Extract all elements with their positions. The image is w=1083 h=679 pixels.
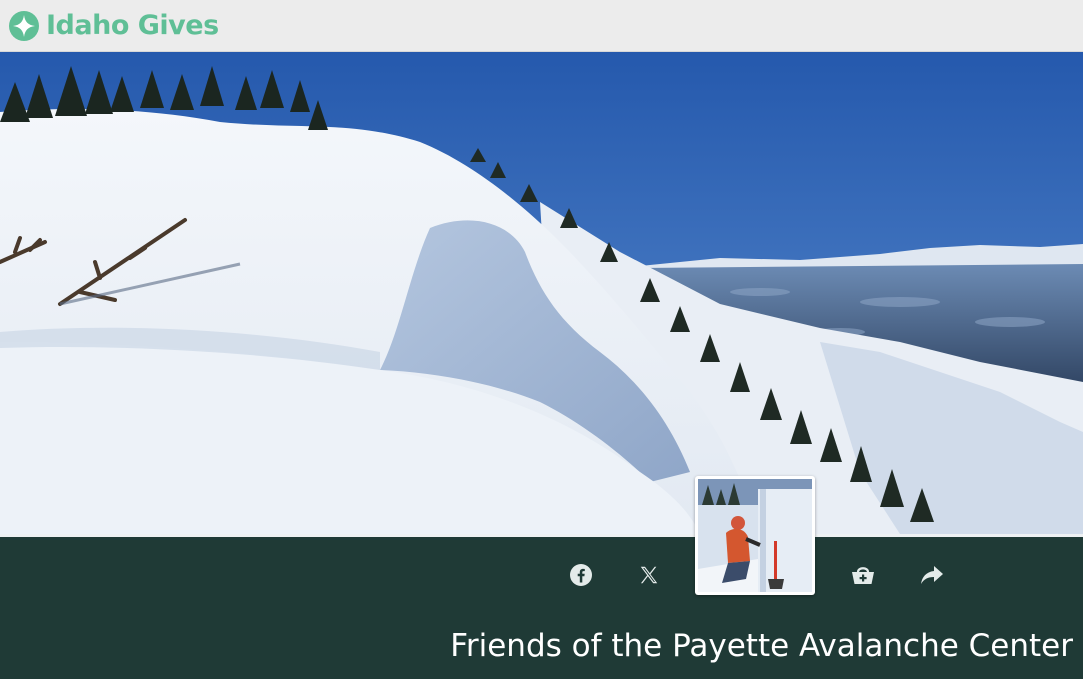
add-to-basket-button[interactable] bbox=[848, 560, 878, 590]
facebook-icon bbox=[570, 564, 592, 586]
share-arrow-icon bbox=[921, 566, 943, 584]
organization-profile-photo[interactable] bbox=[695, 476, 815, 595]
idaho-gives-logo[interactable]: Idaho Gives bbox=[8, 10, 219, 42]
basket-add-icon bbox=[852, 567, 874, 584]
hero-image bbox=[0, 52, 1083, 534]
facebook-share-button[interactable] bbox=[566, 560, 596, 590]
organization-name: Friends of the Payette Avalanche Center bbox=[450, 628, 1073, 664]
share-button[interactable] bbox=[917, 560, 947, 590]
x-share-button[interactable] bbox=[634, 560, 664, 590]
snow-pit-photo bbox=[698, 479, 812, 592]
x-twitter-icon bbox=[640, 566, 658, 584]
brand-name: Idaho Gives bbox=[46, 10, 219, 41]
snow-ridge-landscape bbox=[0, 52, 1083, 534]
site-header: Idaho Gives bbox=[0, 0, 1083, 52]
star-circle-icon bbox=[9, 10, 39, 41]
